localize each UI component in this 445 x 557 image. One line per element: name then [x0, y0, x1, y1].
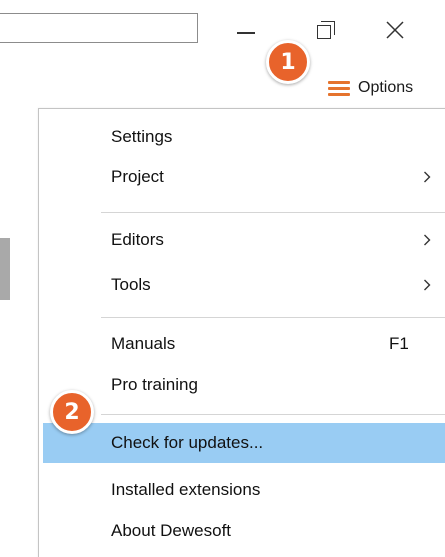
- menu-item-check-for-updates[interactable]: Check for updates...: [43, 423, 445, 463]
- menu-item-label: Project: [111, 167, 164, 186]
- menu-item-label: Pro training: [111, 375, 198, 394]
- options-label: Options: [358, 79, 414, 96]
- menu-item-manuals[interactable]: Manuals F1: [39, 324, 445, 364]
- menu-item-label: Tools: [111, 275, 151, 294]
- menu-item-editors[interactable]: Editors: [39, 220, 445, 260]
- restore-icon-front: [317, 25, 331, 39]
- background-panel: [0, 238, 10, 300]
- chevron-right-icon: [424, 279, 431, 291]
- menu-item-installed-extensions[interactable]: Installed extensions: [39, 470, 445, 510]
- menu-item-tools[interactable]: Tools: [39, 265, 445, 305]
- chevron-right-icon: [424, 171, 431, 183]
- minimize-button[interactable]: [229, 14, 265, 44]
- menu-item-label: Installed extensions: [111, 480, 261, 499]
- menu-separator: [101, 414, 445, 415]
- menu-separator: [101, 212, 445, 213]
- close-icon: [386, 21, 404, 39]
- search-input[interactable]: [0, 13, 198, 43]
- menu-item-label: About Dewesoft: [111, 521, 232, 540]
- menu-item-label: Settings: [111, 127, 173, 146]
- menu-item-settings[interactable]: Settings: [39, 117, 445, 157]
- menu-item-label: Editors: [111, 230, 164, 249]
- menu-item-project[interactable]: Project: [39, 157, 445, 197]
- menu-item-pro-training[interactable]: Pro training: [39, 365, 445, 405]
- menu-separator: [101, 317, 445, 318]
- close-button[interactable]: [379, 14, 415, 44]
- hamburger-menu-icon: [328, 80, 350, 96]
- chevron-right-icon: [424, 234, 431, 246]
- restore-button[interactable]: [310, 14, 346, 44]
- menu-item-label: Check for updates...: [111, 433, 264, 452]
- app-window: Options Settings Project Editors Tools M…: [0, 0, 445, 557]
- menu-item-shortcut: F1: [389, 334, 409, 353]
- minimize-icon: [237, 32, 255, 34]
- options-button[interactable]: Options: [323, 73, 445, 103]
- options-dropdown-menu: Settings Project Editors Tools Manuals F…: [38, 108, 445, 557]
- step-callout-badge: 2: [50, 390, 94, 434]
- menu-item-about-dewesoft[interactable]: About Dewesoft: [39, 511, 445, 551]
- menu-item-label: Manuals: [111, 334, 176, 353]
- step-callout-badge: 1: [266, 40, 310, 84]
